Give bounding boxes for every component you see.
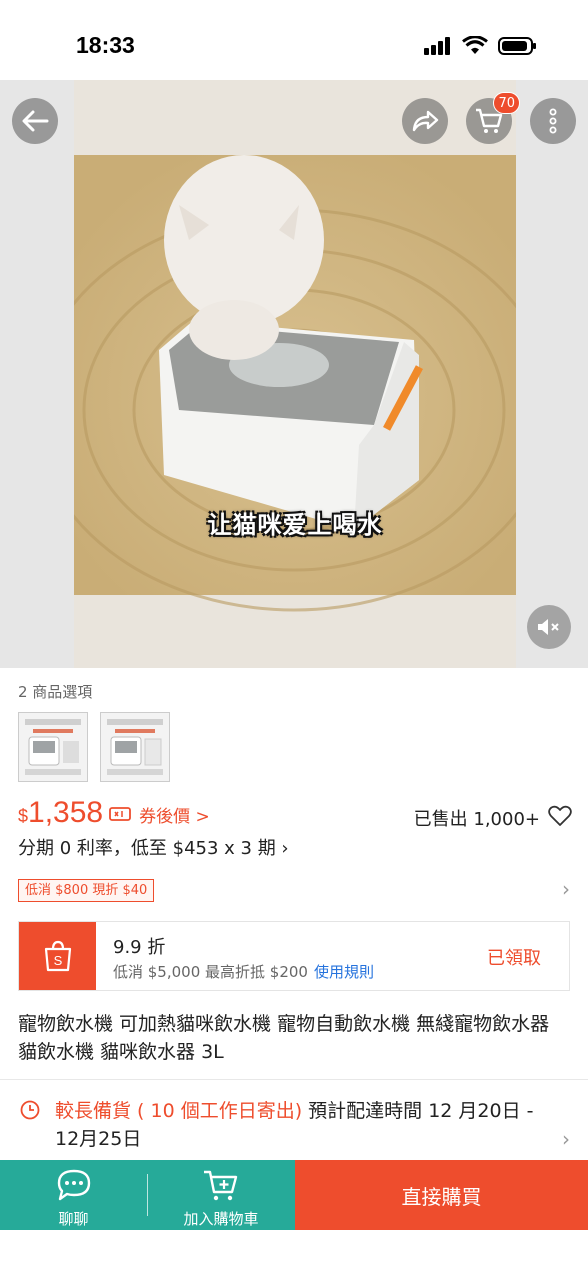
- product-media[interactable]: 让猫咪爱上喝水 70: [0, 80, 588, 668]
- voucher-condition: 低消 $5,000 最高折抵 $200: [113, 963, 308, 981]
- back-button[interactable]: [12, 98, 58, 144]
- more-button[interactable]: [530, 98, 576, 144]
- bottom-action-bar: 聊聊 加入購物車 直接購買: [0, 1160, 588, 1230]
- add-to-cart-button[interactable]: 加入購物車: [147, 1160, 295, 1230]
- status-time: 18:33: [76, 32, 135, 58]
- installment-info[interactable]: 分期 0 利率，低至 $453 x 3 期 ›: [18, 834, 289, 860]
- price-row: $ 1,358 券後價 >: [18, 796, 210, 830]
- cart-badge: 70: [493, 92, 520, 114]
- status-bar: 18:33: [0, 0, 588, 80]
- product-title: 寵物飲水機 可加熱貓咪飲水機 寵物自動飲水機 無綫寵物飲水器 貓飲水機 貓咪飲水…: [18, 1013, 550, 1063]
- coupon-price-link[interactable]: 券後價 >: [139, 802, 210, 827]
- share-icon: [412, 110, 439, 132]
- option-thumbnail-image: [101, 713, 169, 781]
- clock-icon: [20, 1100, 40, 1120]
- voucher-logo: S: [19, 922, 96, 990]
- share-button[interactable]: [402, 98, 448, 144]
- price-currency: $: [18, 806, 29, 826]
- mute-button[interactable]: [527, 605, 571, 649]
- add-to-cart-label: 加入購物車: [183, 1210, 259, 1228]
- voucher-tag[interactable]: 低消 $800 現折 $40: [18, 879, 155, 902]
- shopping-bag-icon: S: [44, 940, 71, 972]
- voucher-title: 9.9 折: [113, 937, 166, 958]
- add-to-cart-icon: [204, 1170, 238, 1201]
- product-video-frame: [74, 80, 516, 668]
- svg-text:S: S: [53, 953, 62, 968]
- option-thumbnail-image: [19, 713, 87, 781]
- wifi-icon: [462, 36, 488, 54]
- voucher-subtitle: 低消 $5,000 最高折抵 $200 使用規則: [113, 961, 374, 982]
- chevron-right-icon[interactable]: ›: [562, 877, 570, 901]
- shipping-info[interactable]: 較長備貨 ( 10 個工作日寄出) 預計配達時間 12 月20日 - 12月25…: [55, 1097, 545, 1153]
- coupon-icon: [109, 807, 131, 821]
- shipping-preorder-label: 較長備貨 ( 10 個工作日寄出): [55, 1100, 303, 1122]
- product-page: 18:33 让猫咪爱上喝水 70 2 商品選項 $ 1,358 券後價 > 已售…: [0, 0, 588, 1280]
- bar-divider: [147, 1174, 148, 1216]
- chat-icon: [57, 1169, 90, 1201]
- product-video[interactable]: [74, 80, 516, 668]
- mute-icon: [538, 619, 559, 635]
- sold-count: 已售出 1,000+: [413, 809, 540, 830]
- option-thumbnail[interactable]: [18, 712, 88, 782]
- chat-label: 聊聊: [58, 1210, 89, 1228]
- cart-button[interactable]: 70: [466, 92, 520, 144]
- back-arrow-icon: [22, 110, 49, 132]
- price-value: 1,358: [28, 796, 104, 829]
- voucher-rules-link[interactable]: 使用規則: [314, 963, 374, 981]
- battery-icon: [498, 37, 536, 55]
- divider: [0, 1079, 588, 1080]
- chat-button[interactable]: 聊聊: [0, 1160, 147, 1230]
- video-caption: 让猫咪爱上喝水: [207, 511, 383, 539]
- status-icons: [424, 36, 538, 56]
- signal-icon: [424, 37, 450, 55]
- shop-voucher-card[interactable]: S 9.9 折 低消 $5,000 最高折抵 $200 使用規則 已領取: [18, 921, 570, 991]
- chevron-right-icon[interactable]: ›: [562, 1127, 570, 1151]
- buy-now-button[interactable]: 直接購買: [295, 1160, 588, 1230]
- option-thumbnail[interactable]: [100, 712, 170, 782]
- heart-icon[interactable]: [548, 805, 572, 827]
- voucher-claimed-status[interactable]: 已領取: [487, 944, 541, 970]
- more-icon: [549, 108, 557, 134]
- options-label: 2 商品選項: [18, 683, 93, 701]
